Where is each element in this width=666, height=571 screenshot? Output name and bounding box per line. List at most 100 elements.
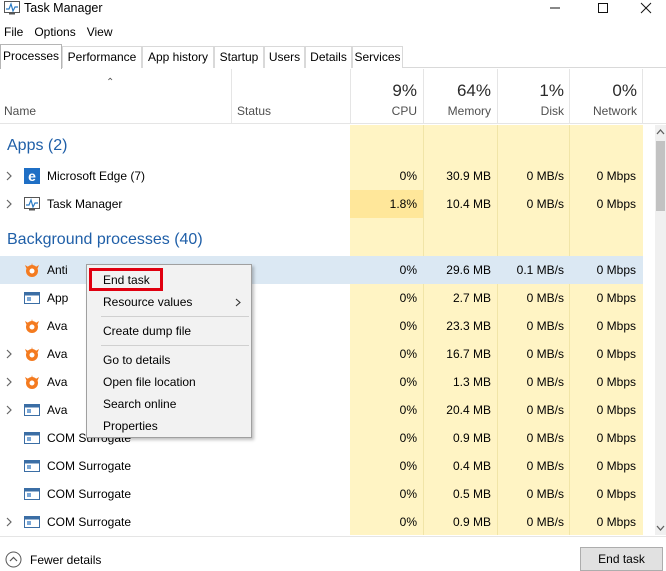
context-menu-open-file-location[interactable]: Open file location	[103, 375, 196, 389]
cpu-value: 0%	[399, 431, 417, 445]
context-menu-go-to-details[interactable]: Go to details	[103, 353, 170, 367]
memory-value: 0.5 MB	[452, 487, 491, 501]
cpu-value: 0%	[399, 347, 417, 361]
menu-options[interactable]: Options	[30, 22, 79, 42]
chevron-up-circle-icon[interactable]	[5, 551, 22, 568]
tab-services[interactable]: Services	[352, 46, 403, 68]
tab-processes[interactable]: Processes	[0, 44, 62, 69]
memory-value: 23.3 MB	[446, 319, 491, 333]
process-name: COM Surrogate	[47, 515, 132, 529]
disk-value: 0 MB/s	[526, 515, 564, 529]
avast-icon	[25, 263, 39, 277]
chevron-right-icon[interactable]	[6, 349, 13, 359]
cpu-value: 0%	[399, 515, 417, 529]
column-name-header[interactable]: Name	[4, 104, 36, 118]
chevron-right-icon[interactable]	[6, 405, 13, 415]
memory-value: 1.3 MB	[452, 375, 491, 389]
process-name: App	[47, 291, 69, 305]
table-row[interactable]: COM Surrogate 0% 0.9 MB 0 MB/s 0 Mbps	[0, 508, 643, 535]
column-header: ⌃ Name Status 9% CPU 64% Memory 1% Disk …	[0, 69, 666, 124]
column-network-header[interactable]: Network	[567, 104, 637, 118]
app-window-icon	[24, 516, 40, 528]
context-menu-resource-values[interactable]: Resource values	[103, 295, 192, 309]
memory-value: 2.7 MB	[452, 291, 491, 305]
disk-total-percent: 1%	[539, 81, 564, 100]
tab-users[interactable]: Users	[264, 46, 305, 68]
app-window-icon	[24, 488, 40, 500]
column-disk-header[interactable]: Disk	[494, 104, 564, 118]
network-value: 0 Mbps	[596, 263, 636, 277]
title-bar: Task Manager	[0, 0, 666, 20]
group-heading-apps[interactable]: Apps (2)	[7, 137, 67, 155]
maximize-button[interactable]	[583, 0, 623, 16]
cpu-value: 0%	[399, 291, 417, 305]
svg-text:e: e	[28, 168, 36, 184]
table-row[interactable]: e Microsoft Edge (7) 0% 30.9 MB 0 MB/s 0…	[0, 162, 643, 190]
group-heading-background[interactable]: Background processes (40)	[7, 231, 203, 249]
table-row[interactable]: COM Surrogate 0% 0.5 MB 0 MB/s 0 Mbps	[0, 480, 643, 508]
cpu-value: 0%	[399, 169, 417, 183]
network-value: 0 Mbps	[596, 169, 636, 183]
chevron-right-icon[interactable]	[6, 171, 13, 181]
column-status-header[interactable]: Status	[237, 104, 271, 118]
task-manager-icon	[4, 1, 20, 15]
context-menu-search-online[interactable]: Search online	[103, 397, 176, 411]
tab-performance[interactable]: Performance	[62, 46, 142, 68]
process-name: Anti	[47, 263, 68, 277]
memory-total-percent: 64%	[456, 81, 491, 100]
maximize-icon	[598, 3, 608, 13]
menu-file[interactable]: File	[0, 22, 27, 42]
disk-value: 0.1 MB/s	[516, 263, 564, 277]
scroll-up-arrow-icon[interactable]	[655, 127, 666, 137]
network-value: 0 Mbps	[596, 431, 636, 445]
disk-value: 0 MB/s	[526, 487, 564, 501]
tab-details[interactable]: Details	[305, 46, 352, 68]
cpu-value: 0%	[399, 459, 417, 473]
fewer-details-link[interactable]: Fewer details	[30, 553, 101, 567]
memory-value: 0.9 MB	[452, 515, 491, 529]
end-task-button[interactable]: End task	[580, 547, 663, 571]
table-row[interactable]: Task Manager 1.8% 10.4 MB 0 MB/s 0 Mbps	[0, 190, 643, 218]
network-value: 0 Mbps	[596, 197, 636, 211]
context-menu-create-dump-file[interactable]: Create dump file	[103, 324, 191, 338]
context-menu-end-task[interactable]: End task	[103, 273, 150, 287]
disk-value: 0 MB/s	[526, 291, 564, 305]
tab-app-history[interactable]: App history	[142, 46, 214, 68]
chevron-right-icon[interactable]	[6, 377, 13, 387]
cpu-value: 0%	[399, 263, 417, 277]
table-row[interactable]: COM Surrogate 0% 0.4 MB 0 MB/s 0 Mbps	[0, 452, 643, 480]
chevron-right-icon[interactable]	[6, 517, 13, 527]
process-name: Ava	[47, 347, 68, 361]
close-button[interactable]	[626, 0, 666, 16]
minimize-button[interactable]	[535, 0, 575, 16]
disk-value: 0 MB/s	[526, 431, 564, 445]
footer-bar: Fewer details End task	[0, 536, 666, 571]
network-total-percent: 0%	[612, 81, 637, 100]
disk-value: 0 MB/s	[526, 403, 564, 417]
avast-icon	[25, 319, 39, 333]
vertical-scrollbar[interactable]	[655, 125, 666, 535]
network-value: 0 Mbps	[596, 291, 636, 305]
process-name: COM Surrogate	[47, 459, 132, 473]
context-menu-properties[interactable]: Properties	[103, 419, 158, 433]
close-icon	[640, 2, 652, 14]
menu-view[interactable]: View	[83, 22, 117, 42]
scrollbar-thumb[interactable]	[656, 141, 665, 211]
cpu-value: 0%	[399, 487, 417, 501]
disk-value: 0 MB/s	[526, 319, 564, 333]
memory-value: 20.4 MB	[446, 403, 491, 417]
disk-value: 0 MB/s	[526, 169, 564, 183]
cpu-value: 0%	[399, 403, 417, 417]
process-name: Microsoft Edge (7)	[47, 169, 146, 183]
process-name: Ava	[47, 403, 68, 417]
context-menu: End task Resource values Create dump fil…	[86, 264, 252, 438]
app-window-icon	[24, 432, 40, 444]
chevron-right-icon[interactable]	[6, 199, 13, 209]
tab-startup[interactable]: Startup	[214, 46, 264, 68]
menu-bar: File Options View	[0, 22, 120, 42]
column-memory-header[interactable]: Memory	[421, 104, 491, 118]
scroll-down-arrow-icon[interactable]	[655, 523, 666, 533]
cpu-total-percent: 9%	[392, 81, 417, 100]
column-cpu-header[interactable]: CPU	[347, 104, 417, 118]
cpu-value: 0%	[399, 319, 417, 333]
